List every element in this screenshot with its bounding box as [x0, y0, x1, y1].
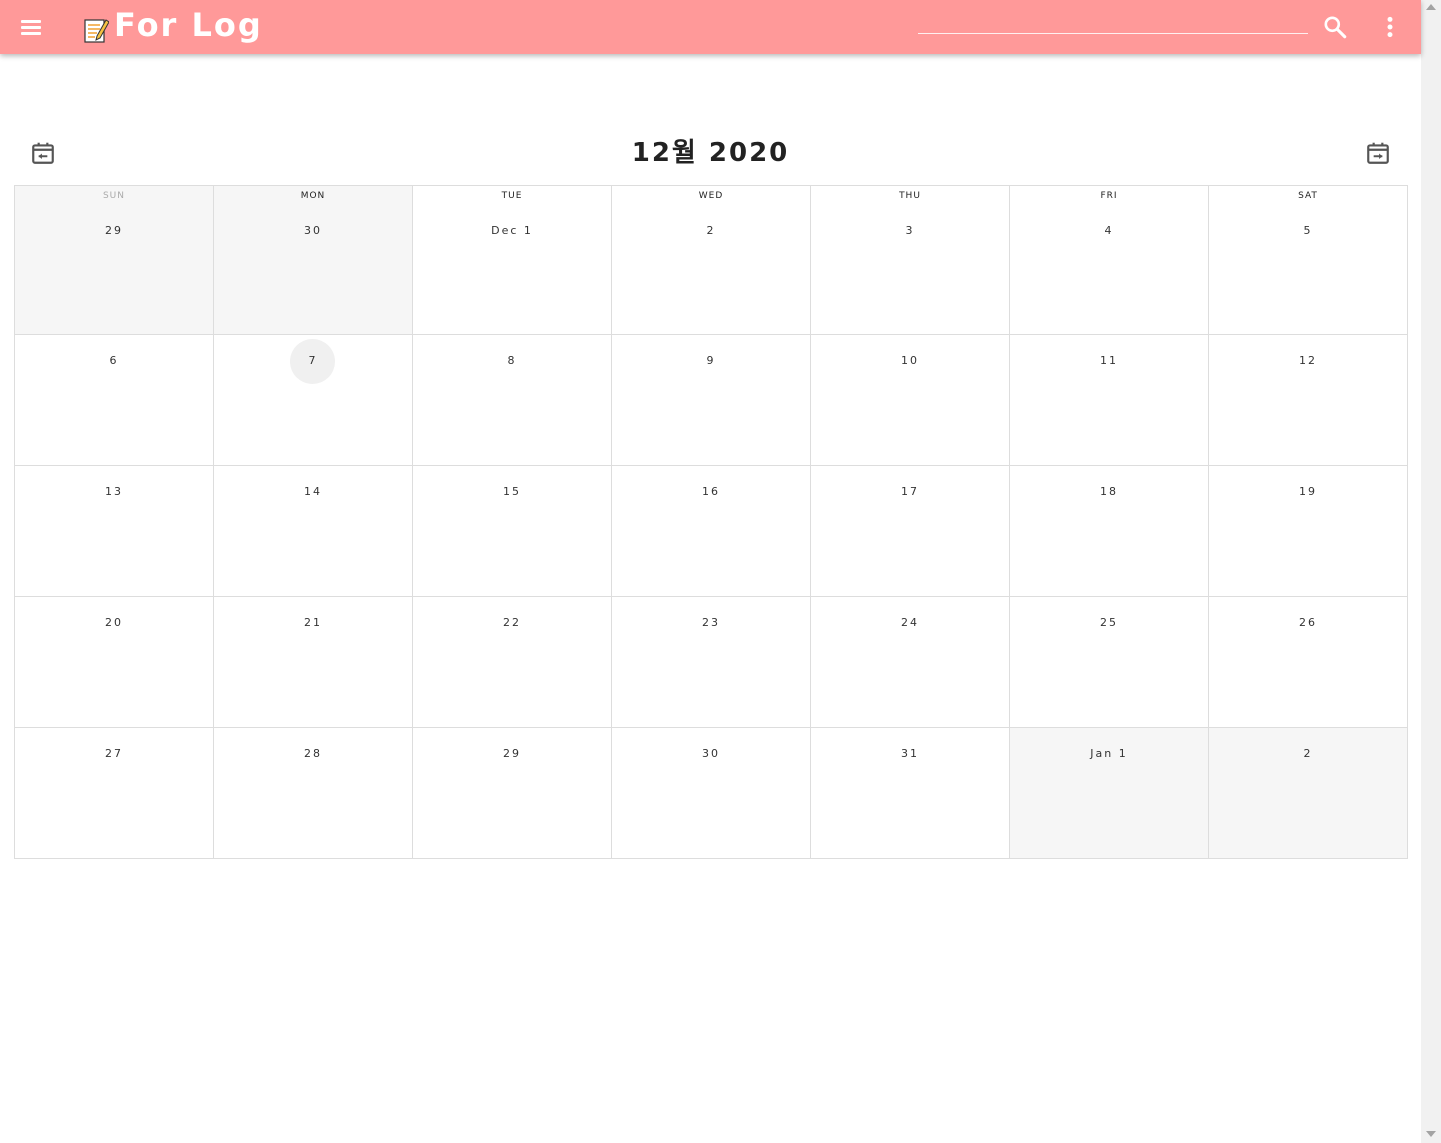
search-input[interactable]: [918, 14, 1308, 34]
day-number[interactable]: 17: [811, 485, 1009, 498]
day-cell[interactable]: FRI 4: [1010, 186, 1209, 335]
day-number[interactable]: 28: [214, 747, 412, 760]
day-number[interactable]: 24: [811, 616, 1009, 629]
day-cell[interactable]: Jan 1: [1010, 728, 1209, 859]
day-number[interactable]: 4: [1010, 224, 1208, 237]
week-row: 27 28 29 30 31 Jan 1 2: [15, 728, 1408, 859]
day-number[interactable]: 19: [1209, 485, 1407, 498]
day-number[interactable]: 31: [811, 747, 1009, 760]
day-cell[interactable]: SAT 5: [1209, 186, 1408, 335]
day-cell[interactable]: 15: [413, 466, 612, 597]
month-grid: SUN 29 MON 30 TUE Dec 1 WED 2 THU 3 FRI …: [14, 185, 1408, 859]
day-cell[interactable]: 21: [214, 597, 413, 728]
menu-button[interactable]: [18, 14, 44, 40]
week-row: 20 21 22 23 24 25 26: [15, 597, 1408, 728]
day-cell[interactable]: 2: [1209, 728, 1408, 859]
week-row: 6 7 8 9 10 11 12: [15, 335, 1408, 466]
day-cell[interactable]: 29: [413, 728, 612, 859]
day-cell[interactable]: 8: [413, 335, 612, 466]
day-cell[interactable]: 14: [214, 466, 413, 597]
day-cell[interactable]: 11: [1010, 335, 1209, 466]
day-cell[interactable]: 30: [612, 728, 811, 859]
menu-icon-bar: [21, 26, 41, 29]
day-number[interactable]: 30: [214, 224, 412, 237]
day-number[interactable]: 2: [612, 224, 810, 237]
scroll-up-arrow-icon[interactable]: [1426, 4, 1436, 10]
day-cell[interactable]: 6: [15, 335, 214, 466]
day-cell[interactable]: 18: [1010, 466, 1209, 597]
day-cell[interactable]: 25: [1010, 597, 1209, 728]
day-number[interactable]: 22: [413, 616, 611, 629]
day-cell[interactable]: THU 3: [811, 186, 1010, 335]
app-title: For Log: [114, 6, 263, 44]
day-cell[interactable]: TUE Dec 1: [413, 186, 612, 335]
day-cell[interactable]: 31: [811, 728, 1010, 859]
calendar-title: 12월 2020: [631, 138, 790, 168]
vertical-scrollbar[interactable]: [1421, 0, 1441, 1143]
day-cell[interactable]: 16: [612, 466, 811, 597]
day-number[interactable]: 29: [413, 747, 611, 760]
day-number[interactable]: 20: [15, 616, 213, 629]
day-number[interactable]: 30: [612, 747, 810, 760]
day-number[interactable]: 13: [15, 485, 213, 498]
weekday-header: SUN: [102, 191, 126, 201]
day-number[interactable]: 9: [612, 354, 810, 367]
day-cell[interactable]: 20: [15, 597, 214, 728]
day-number[interactable]: 14: [214, 485, 412, 498]
day-number[interactable]: 6: [15, 354, 213, 367]
day-number[interactable]: 21: [214, 616, 412, 629]
day-number[interactable]: 15: [413, 485, 611, 498]
day-number[interactable]: 3: [811, 224, 1009, 237]
menu-icon-bar: [21, 32, 41, 35]
day-number[interactable]: 18: [1010, 485, 1208, 498]
day-cell[interactable]: MON 30: [214, 186, 413, 335]
day-number[interactable]: Jan 1: [1010, 747, 1208, 760]
day-cell[interactable]: 26: [1209, 597, 1408, 728]
day-number[interactable]: 16: [612, 485, 810, 498]
day-cell[interactable]: WED 2: [612, 186, 811, 335]
weekday-header: SAT: [1298, 191, 1318, 201]
weekday-header: FRI: [1100, 191, 1118, 201]
day-number[interactable]: 11: [1010, 354, 1208, 367]
memo-icon: [84, 19, 109, 43]
day-number[interactable]: 27: [15, 747, 213, 760]
weekday-header: THU: [899, 191, 921, 201]
day-number[interactable]: 23: [612, 616, 810, 629]
weekday-header: TUE: [501, 191, 523, 201]
scroll-down-arrow-icon[interactable]: [1426, 1131, 1436, 1137]
day-cell[interactable]: 24: [811, 597, 1010, 728]
day-number[interactable]: 10: [811, 354, 1009, 367]
day-cell[interactable]: 19: [1209, 466, 1408, 597]
day-cell[interactable]: 28: [214, 728, 413, 859]
more-vert-icon[interactable]: [1377, 14, 1403, 40]
week-row: 13 14 15 16 17 18 19: [15, 466, 1408, 597]
day-number[interactable]: 5: [1209, 224, 1407, 237]
day-number[interactable]: 8: [413, 354, 611, 367]
day-cell[interactable]: 27: [15, 728, 214, 859]
day-cell[interactable]: 17: [811, 466, 1010, 597]
day-number[interactable]: 2: [1209, 747, 1407, 760]
calendar-next-icon[interactable]: [1365, 140, 1391, 166]
day-number[interactable]: 25: [1010, 616, 1208, 629]
day-number[interactable]: 12: [1209, 354, 1407, 367]
day-cell[interactable]: 10: [811, 335, 1010, 466]
day-number[interactable]: 7: [214, 354, 412, 367]
weekday-header: MON: [300, 191, 326, 201]
menu-icon-bar: [21, 20, 41, 23]
weekday-header: WED: [698, 191, 724, 201]
app-bar: For Log: [0, 0, 1421, 54]
search-icon[interactable]: [1322, 14, 1348, 40]
day-cell[interactable]: SUN 29: [15, 186, 214, 335]
day-number[interactable]: Dec 1: [413, 224, 611, 237]
day-number[interactable]: 29: [15, 224, 213, 237]
day-cell-today[interactable]: 7: [214, 335, 413, 466]
day-cell[interactable]: 23: [612, 597, 811, 728]
day-cell[interactable]: 22: [413, 597, 612, 728]
week-row: SUN 29 MON 30 TUE Dec 1 WED 2 THU 3 FRI …: [15, 186, 1408, 335]
day-number[interactable]: 26: [1209, 616, 1407, 629]
day-cell[interactable]: 12: [1209, 335, 1408, 466]
day-cell[interactable]: 9: [612, 335, 811, 466]
day-cell[interactable]: 13: [15, 466, 214, 597]
